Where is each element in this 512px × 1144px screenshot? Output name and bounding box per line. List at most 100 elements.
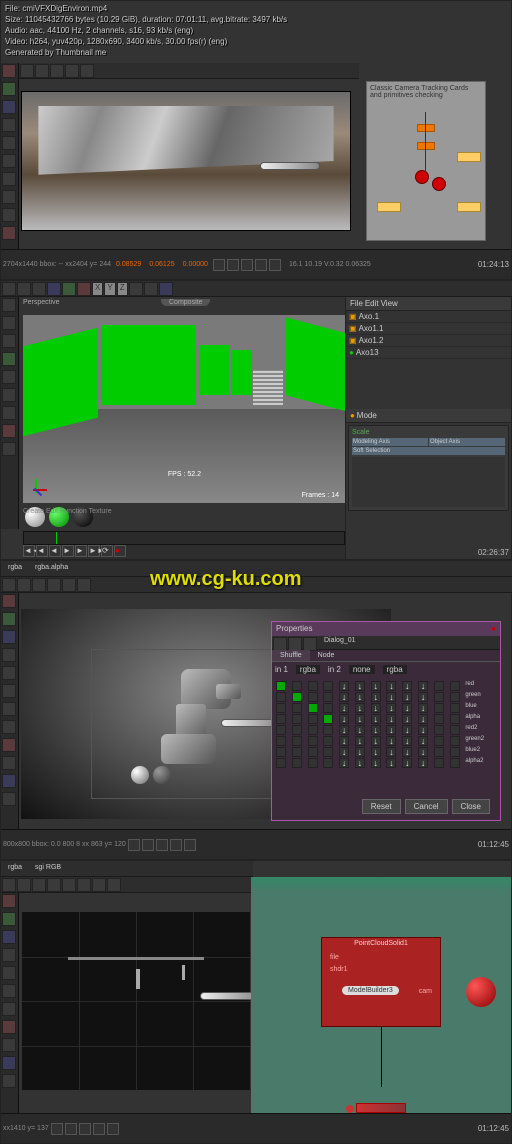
tool-icon[interactable] <box>2 774 16 788</box>
channel-cell[interactable] <box>292 725 302 735</box>
properties-dialog[interactable]: Properties ● Dialog_01 Shuffle Node in 1… <box>271 621 501 821</box>
toolbar-button[interactable] <box>47 578 61 592</box>
node-yellow[interactable] <box>457 152 481 162</box>
menu-view[interactable]: View <box>381 299 398 308</box>
toolbar-button[interactable] <box>35 64 49 78</box>
channel-cell[interactable] <box>308 681 318 691</box>
play-prev-icon[interactable] <box>227 259 239 271</box>
node-dot[interactable] <box>346 1105 354 1113</box>
tool-icon[interactable] <box>2 912 16 926</box>
attr-tab[interactable]: Object Axis <box>429 438 505 446</box>
viewport-tab[interactable]: Composite <box>161 299 210 306</box>
channel-cell[interactable] <box>323 703 333 713</box>
child-node[interactable]: ModelBuilder3 <box>342 986 399 995</box>
channel-tab[interactable]: rgba <box>2 562 28 575</box>
tool-icon[interactable] <box>2 352 16 366</box>
reset-button[interactable]: Reset <box>362 799 401 814</box>
axis-y-button[interactable]: Y <box>104 282 115 296</box>
tool-icon[interactable] <box>2 684 16 698</box>
tool-icon[interactable] <box>2 702 16 716</box>
output-node[interactable] <box>466 977 496 1007</box>
channel-cell[interactable] <box>308 703 318 713</box>
channel-cell[interactable] <box>323 747 333 757</box>
tool-icon[interactable] <box>2 316 16 330</box>
toolbar-button[interactable] <box>62 878 76 892</box>
loop-icon[interactable]: ⟳ <box>101 545 113 557</box>
toolbar-button[interactable] <box>80 64 94 78</box>
tab-node[interactable]: Node <box>310 650 343 661</box>
channel-cell[interactable] <box>292 747 302 757</box>
tool-icon[interactable] <box>2 334 16 348</box>
viewer-window[interactable] <box>21 91 351 231</box>
toolbar-button[interactable] <box>50 64 64 78</box>
dialog-tab-label[interactable]: Dialog_01 <box>318 637 362 648</box>
channel-cell[interactable] <box>323 758 333 768</box>
play-last-icon[interactable] <box>107 1123 119 1135</box>
channel-cell[interactable] <box>292 703 302 713</box>
play-icon[interactable] <box>156 839 168 851</box>
channel-cell[interactable] <box>308 725 318 735</box>
tool-icon[interactable] <box>2 406 16 420</box>
in1-select[interactable]: rgba <box>296 665 320 674</box>
tool-icon[interactable] <box>2 208 16 222</box>
tool-icon[interactable] <box>2 720 16 734</box>
node-graph-panel[interactable]: Classic Camera Tracking Cards and primit… <box>366 81 486 241</box>
play-first-icon[interactable] <box>51 1123 63 1135</box>
play-icon[interactable] <box>79 1123 91 1135</box>
channel-cell[interactable] <box>323 692 333 702</box>
out-select[interactable]: rgba <box>383 665 407 674</box>
tool-icon[interactable] <box>2 612 16 626</box>
toolbar-button[interactable] <box>107 878 121 892</box>
node-red[interactable] <box>415 170 429 184</box>
tool-icon[interactable] <box>77 282 91 296</box>
tool-move-icon[interactable] <box>2 282 16 296</box>
tool-icon[interactable] <box>2 100 16 114</box>
channel-cell[interactable] <box>323 714 333 724</box>
node-orange[interactable] <box>417 124 435 132</box>
toolbar-button[interactable] <box>77 578 91 592</box>
tool-icon[interactable] <box>2 948 16 962</box>
tool-icon[interactable] <box>2 136 16 150</box>
menu-file[interactable]: File <box>350 299 363 308</box>
channel-cell[interactable] <box>292 758 302 768</box>
tool-icon[interactable] <box>2 64 16 78</box>
channel-tab[interactable]: rgba.alpha <box>29 562 74 575</box>
channel-cell[interactable] <box>308 758 318 768</box>
toolbar-button[interactable] <box>92 878 106 892</box>
goto-end-icon[interactable]: ►► <box>88 545 100 557</box>
play-prev-icon[interactable] <box>65 1123 77 1135</box>
toolbar-button[interactable] <box>159 282 173 296</box>
toolbar-button[interactable] <box>65 64 79 78</box>
tool-icon[interactable] <box>2 226 16 240</box>
step-back-icon[interactable]: ◄ <box>36 545 48 557</box>
record-icon[interactable]: ● <box>114 545 126 557</box>
node-red[interactable] <box>432 177 446 191</box>
node-yellow[interactable] <box>377 202 401 212</box>
play-back-icon[interactable]: ◄ <box>49 545 61 557</box>
node-graph[interactable]: PointCloudSolid1 file shdr1 ModelBuilder… <box>251 877 511 1143</box>
close-button[interactable]: Close <box>452 799 490 814</box>
dock-menu[interactable]: File Edit View <box>346 297 511 311</box>
tool-icon[interactable] <box>2 298 16 312</box>
tool-icon[interactable] <box>2 648 16 662</box>
play-last-icon[interactable] <box>269 259 281 271</box>
dialog-titlebar[interactable]: Properties ● <box>272 622 500 636</box>
channel-cell[interactable] <box>292 714 302 724</box>
tool-icon[interactable] <box>2 172 16 186</box>
tool-icon[interactable] <box>62 282 76 296</box>
object-row[interactable]: ▣Axo.1 <box>346 311 511 323</box>
tool-icon[interactable] <box>2 1056 16 1070</box>
toolbar-button[interactable] <box>303 637 317 651</box>
tool-icon[interactable] <box>2 630 16 644</box>
cancel-button[interactable]: Cancel <box>405 799 448 814</box>
tool-scale-icon[interactable] <box>32 282 46 296</box>
tool-icon[interactable] <box>2 594 16 608</box>
play-forward-icon[interactable]: ► <box>62 545 74 557</box>
tool-icon[interactable] <box>2 370 16 384</box>
tool-icon[interactable] <box>47 282 61 296</box>
toolbar-button[interactable] <box>20 64 34 78</box>
tool-icon[interactable] <box>2 738 16 752</box>
group-node[interactable]: PointCloudSolid1 file shdr1 ModelBuilder… <box>321 937 441 1027</box>
play-next-icon[interactable] <box>93 1123 105 1135</box>
child-node[interactable] <box>356 1103 406 1113</box>
